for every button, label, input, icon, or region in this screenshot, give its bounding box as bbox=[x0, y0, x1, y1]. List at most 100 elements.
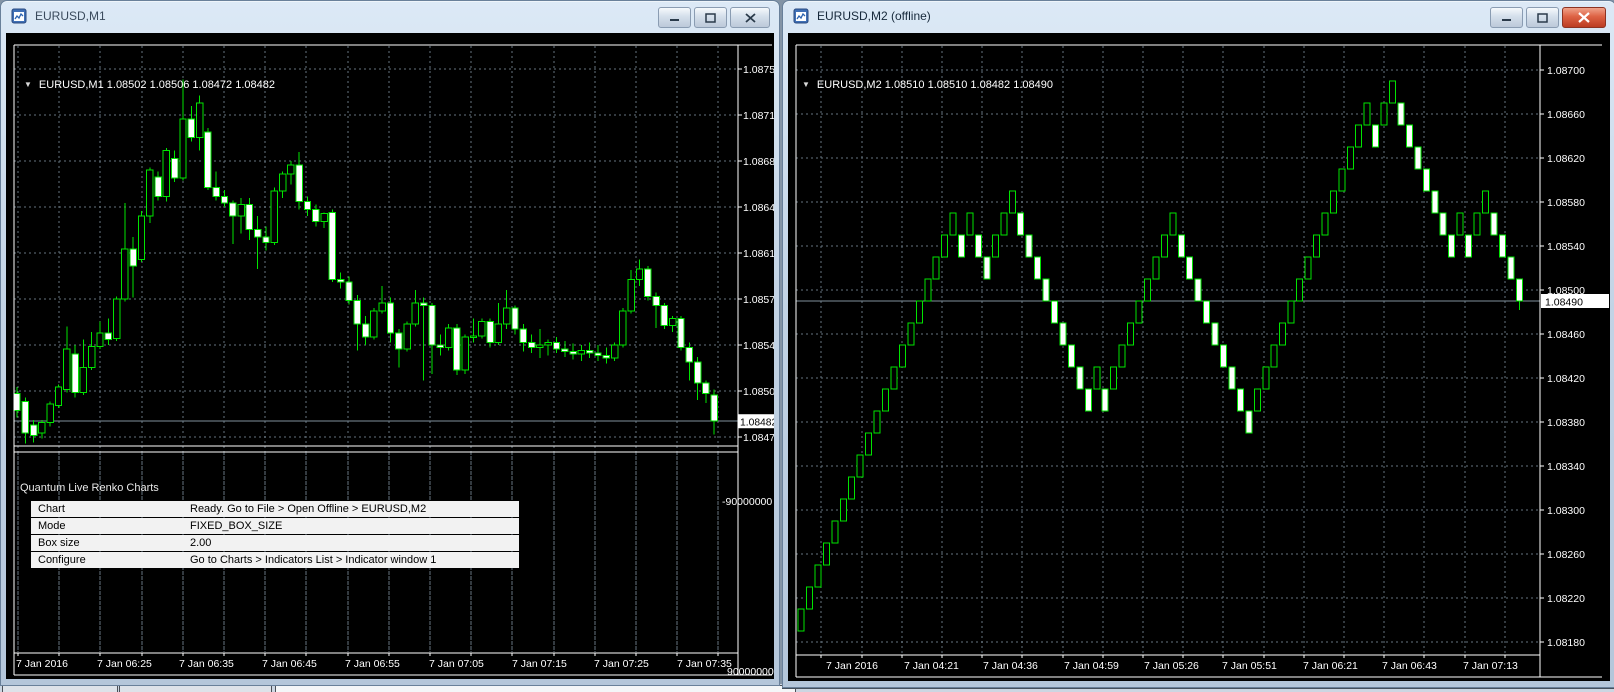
renko-brick bbox=[1026, 235, 1032, 257]
candle bbox=[130, 249, 136, 266]
candle bbox=[545, 342, 551, 345]
renko-brick bbox=[832, 521, 838, 543]
y-axis-label: 1.08420 bbox=[1547, 373, 1585, 385]
renko-brick bbox=[1406, 125, 1412, 147]
row-label: Chart bbox=[31, 501, 190, 517]
candle bbox=[188, 119, 194, 137]
window-title: EURUSD,M2 (offline) bbox=[817, 9, 931, 23]
maximize-button[interactable] bbox=[1526, 7, 1559, 28]
renko-brick bbox=[984, 257, 990, 279]
expand-arrow-icon[interactable]: ▼ bbox=[24, 80, 32, 89]
x-axis-label: 7 Jan 05:51 bbox=[1222, 660, 1277, 672]
renko-brick bbox=[992, 235, 998, 257]
titlebar-m2[interactable]: EURUSD,M2 (offline) bbox=[783, 1, 1614, 33]
candle bbox=[30, 425, 36, 436]
chart-header-m2: ▼EURUSD,M2 1.08510 1.08510 1.08482 1.084… bbox=[802, 79, 1053, 91]
candle bbox=[694, 362, 700, 383]
candle bbox=[396, 333, 402, 349]
renko-brick bbox=[1398, 103, 1404, 125]
renko-brick bbox=[1009, 191, 1015, 213]
x-axis-label: 7 Jan 06:21 bbox=[1303, 660, 1358, 672]
renko-brick bbox=[849, 477, 855, 499]
y-axis-label: 1.08680 bbox=[743, 156, 774, 168]
candle bbox=[113, 299, 119, 338]
candle bbox=[603, 356, 609, 359]
indicator-title: Quantum Live Renko Charts bbox=[20, 482, 159, 494]
candle bbox=[72, 354, 78, 392]
renko-brick bbox=[1356, 125, 1362, 147]
candle bbox=[636, 269, 642, 280]
row-label: Box size bbox=[31, 535, 190, 551]
background-window-edge bbox=[275, 685, 796, 692]
renko-brick bbox=[1263, 367, 1269, 389]
candle bbox=[553, 342, 559, 349]
minimize-icon bbox=[1501, 13, 1512, 22]
renko-brick bbox=[1060, 323, 1066, 345]
y-axis-label: 1.08540 bbox=[743, 340, 774, 352]
candle bbox=[138, 216, 144, 259]
renko-brick bbox=[1111, 367, 1117, 389]
renko-brick bbox=[823, 543, 829, 565]
renko-brick bbox=[806, 587, 812, 609]
candle bbox=[628, 279, 634, 311]
renko-brick bbox=[1035, 257, 1041, 279]
candle bbox=[354, 300, 360, 324]
bid-price-label: 1.08482 bbox=[740, 418, 774, 429]
maximize-icon bbox=[705, 13, 716, 23]
renko-brick bbox=[1001, 213, 1007, 235]
close-button[interactable] bbox=[730, 7, 770, 28]
renko-brick bbox=[1432, 191, 1438, 213]
renko-brick bbox=[883, 389, 889, 411]
x-axis-label: 7 Jan 07:25 bbox=[594, 658, 649, 670]
row-value: FIXED_BOX_SIZE bbox=[190, 518, 282, 534]
candle bbox=[412, 303, 418, 324]
candle bbox=[329, 212, 335, 279]
y-axis-label: 1.08470 bbox=[743, 432, 774, 444]
minimize-button[interactable] bbox=[1490, 7, 1523, 28]
close-button[interactable] bbox=[1562, 7, 1606, 28]
candle bbox=[570, 352, 576, 355]
titlebar-m1[interactable]: EURUSD,M1 bbox=[1, 1, 779, 33]
chart-m1-canvas[interactable]: 1.087501.087151.086801.086451.086101.085… bbox=[6, 33, 774, 679]
table-row: ChartReady. Go to File > Open Offline > … bbox=[31, 501, 519, 517]
expand-arrow-icon[interactable]: ▼ bbox=[802, 80, 810, 89]
y-axis-label: 1.08610 bbox=[743, 248, 774, 260]
x-axis-label: 7 Jan 07:15 bbox=[512, 658, 567, 670]
y-axis-label: 1.08750 bbox=[743, 64, 774, 76]
renko-brick bbox=[1052, 301, 1058, 323]
candle bbox=[379, 303, 385, 311]
close-icon bbox=[1578, 12, 1590, 23]
y-axis-label: 1.08380 bbox=[1547, 417, 1585, 429]
candle bbox=[304, 202, 310, 210]
renko-brick bbox=[1204, 301, 1210, 323]
y-axis-label: 1.08700 bbox=[1547, 65, 1585, 77]
candle bbox=[97, 333, 103, 346]
renko-brick bbox=[1221, 345, 1227, 367]
candle bbox=[321, 214, 327, 222]
y-axis-label: 1.08645 bbox=[743, 202, 774, 214]
renko-brick bbox=[1347, 147, 1353, 169]
table-row: Box size2.00 bbox=[31, 535, 519, 551]
renko-brick bbox=[840, 499, 846, 521]
candle bbox=[255, 229, 261, 237]
candle bbox=[686, 348, 692, 362]
renko-brick bbox=[967, 213, 973, 235]
candle bbox=[504, 308, 510, 324]
renko-brick bbox=[1440, 213, 1446, 235]
renko-brick bbox=[1297, 279, 1303, 301]
candle bbox=[421, 303, 427, 306]
renko-brick bbox=[1482, 191, 1488, 213]
x-axis-label: 7 Jan 2016 bbox=[826, 660, 878, 672]
chart-header-m1: ▼EURUSD,M1 1.08502 1.08506 1.08472 1.084… bbox=[24, 79, 275, 91]
x-axis-label: 7 Jan 07:13 bbox=[1463, 660, 1518, 672]
chart-m2-canvas[interactable]: 1.087001.086601.086201.085801.085401.085… bbox=[788, 33, 1610, 681]
desktop: EURUSD,M1 1.087501.087151.086801.086451.… bbox=[0, 0, 1614, 692]
candle bbox=[147, 170, 153, 216]
minimize-button[interactable] bbox=[658, 7, 691, 28]
candle bbox=[454, 328, 460, 370]
indicator-info-table: ChartReady. Go to File > Open Offline > … bbox=[31, 501, 519, 569]
x-axis-label: 7 Jan 07:05 bbox=[429, 658, 484, 670]
candle bbox=[653, 296, 659, 305]
maximize-button[interactable] bbox=[694, 7, 727, 28]
renko-brick bbox=[1128, 323, 1134, 345]
